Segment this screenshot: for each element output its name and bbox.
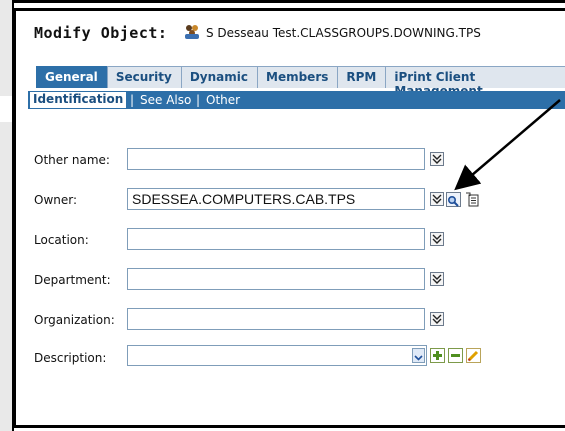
annotation-arrow [454, 99, 561, 191]
screenshot-frame: Modify Object: S Desseau Test.CLASSGROUP… [0, 0, 565, 431]
